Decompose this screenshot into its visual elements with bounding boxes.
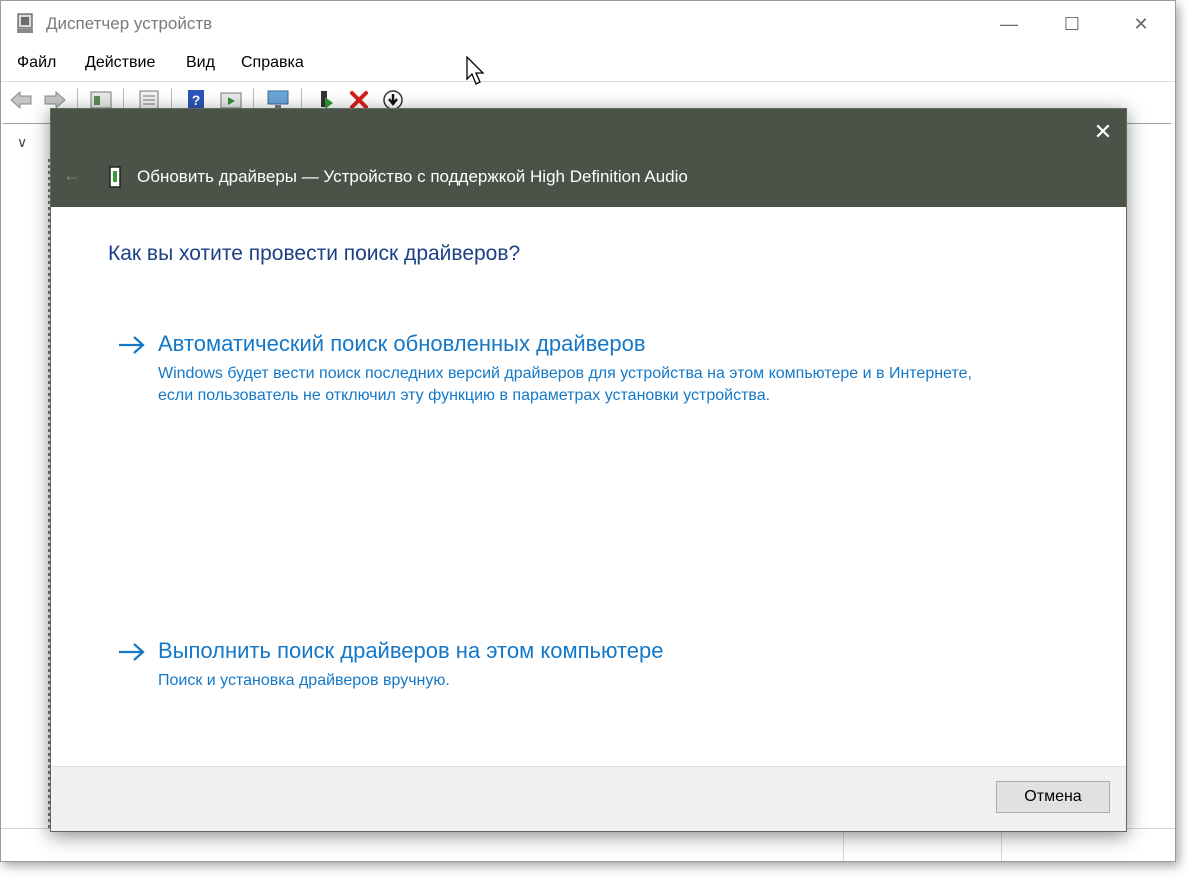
option-description: Поиск и установка драйверов вручную. xyxy=(158,672,450,689)
uninstall-device-icon xyxy=(350,91,368,109)
dialog-footer: Отмена xyxy=(51,766,1126,831)
forward-arrow-icon xyxy=(44,91,66,109)
properties-icon xyxy=(90,91,112,109)
minimize-icon: — xyxy=(1000,13,1018,34)
svg-text:?: ? xyxy=(192,92,201,108)
dialog-close-button[interactable]: ✕ xyxy=(1088,117,1118,147)
status-divider xyxy=(1001,829,1002,861)
option-title[interactable]: Автоматический поиск обновленных драйвер… xyxy=(158,331,646,357)
menu-bar: Файл Действие Вид Справка xyxy=(1,47,1175,82)
back-button[interactable] xyxy=(9,88,33,112)
update-drivers-dialog: ✕ ← Обновить драйверы — Устройство с под… xyxy=(50,108,1127,832)
tree-expand-icon[interactable]: ∨ xyxy=(17,134,27,151)
menu-action[interactable]: Действие xyxy=(85,54,155,72)
dialog-question: Как вы хотите провести поиск драйверов? xyxy=(108,242,521,265)
status-divider xyxy=(843,829,844,861)
mouse-cursor-icon xyxy=(466,56,485,85)
back-arrow-icon[interactable]: ← xyxy=(63,165,81,186)
option-title[interactable]: Выполнить поиск драйверов на этом компью… xyxy=(158,638,664,664)
dialog-title: Обновить драйверы — Устройство с поддерж… xyxy=(137,167,688,186)
device-manager-icon xyxy=(17,13,33,33)
update-driver-icon xyxy=(220,92,242,109)
close-window-button[interactable]: ✕ xyxy=(1118,1,1164,47)
dialog-header: ✕ ← Обновить драйверы — Устройство с под… xyxy=(51,109,1126,207)
arrow-right-icon xyxy=(119,336,145,354)
title-bar[interactable]: Диспетчер устройств — ☐ ✕ xyxy=(1,1,1175,47)
menu-view[interactable]: Вид xyxy=(186,54,215,72)
back-arrow-icon xyxy=(10,91,32,109)
menu-file[interactable]: Файл xyxy=(17,54,56,72)
window-title: Диспетчер устройств xyxy=(46,14,213,33)
close-icon: ✕ xyxy=(1133,13,1149,34)
list-icon xyxy=(139,90,159,110)
cancel-button[interactable]: Отмена xyxy=(996,781,1110,813)
menu-help[interactable]: Справка xyxy=(241,54,304,72)
maximize-icon: ☐ xyxy=(1063,13,1081,34)
minimize-button[interactable]: — xyxy=(986,1,1032,47)
option-description: Windows будет вести поиск последних верс… xyxy=(158,365,972,404)
status-bar xyxy=(1,828,1175,861)
audio-device-icon xyxy=(109,166,121,188)
arrow-right-icon xyxy=(119,643,145,661)
maximize-button[interactable]: ☐ xyxy=(1049,1,1095,47)
close-icon: ✕ xyxy=(1093,119,1113,144)
